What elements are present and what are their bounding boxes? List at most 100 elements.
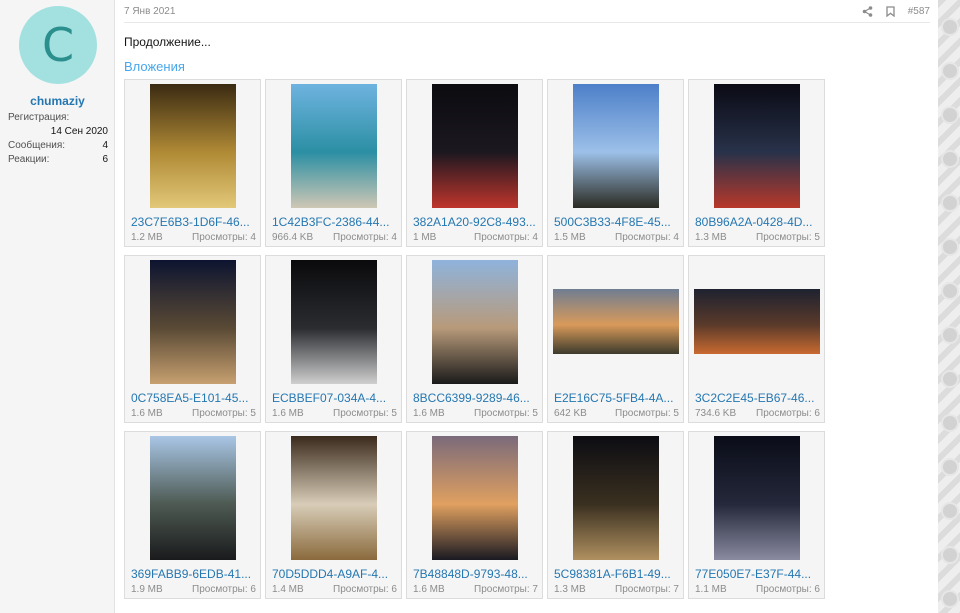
attachment-tile[interactable]: 1C42B3FC-2386-44... 966.4 KB Просмотры: 4 [265,79,402,247]
attachment-tile[interactable]: 23C7E6B3-1D6F-46... 1.2 MB Просмотры: 4 [124,79,261,247]
attachment-filename[interactable]: ECBBEF07-034A-4... [272,391,398,405]
attachment-meta: 1.6 MB Просмотры: 5 [272,408,397,419]
attachment-tile[interactable]: 0C758EA5-E101-45... 1.6 MB Просмотры: 5 [124,255,261,423]
user-stats: Регистрация: 14 Сен 2020 Сообщения: 4 Ре… [8,111,108,167]
username-link[interactable]: chumaziy [0,94,115,108]
attachment-views: Просмотры: 6 [756,584,820,595]
attachment-thumbnail[interactable] [552,289,679,354]
attachment-size: 1.6 MB [131,408,163,419]
attachment-tile[interactable]: 369FABB9-6EDB-41... 1.9 MB Просмотры: 6 [124,431,261,599]
attachment-meta: 1.6 MB Просмотры: 5 [131,408,256,419]
attachment-thumbnail[interactable] [149,260,236,384]
attachment-thumbnail[interactable] [572,436,659,560]
attachment-size: 1.6 MB [413,408,445,419]
attachment-size: 1.6 MB [272,408,304,419]
attachment-meta: 1.9 MB Просмотры: 6 [131,584,256,595]
attachment-meta: 1 MB Просмотры: 4 [413,232,538,243]
attachment-views: Просмотры: 7 [615,584,679,595]
attachment-meta: 1.2 MB Просмотры: 4 [131,232,256,243]
attachment-size: 1.3 MB [695,232,727,243]
attachment-thumbnail[interactable] [431,260,518,384]
attachment-thumbnail[interactable] [713,436,800,560]
attachment-meta: 734.6 KB Просмотры: 6 [695,408,820,419]
attachment-views: Просмотры: 6 [192,584,256,595]
attachment-views: Просмотры: 7 [474,584,538,595]
attachment-tile[interactable]: 80B96A2A-0428-4D... 1.3 MB Просмотры: 5 [688,79,825,247]
attachment-views: Просмотры: 4 [333,232,397,243]
attachment-filename[interactable]: 77E050E7-E37F-44... [695,567,821,581]
attachment-tile[interactable]: 500C3B33-4F8E-45... 1.5 MB Просмотры: 4 [547,79,684,247]
attachments-heading: Вложения [124,59,185,74]
attachment-thumbnail[interactable] [290,436,377,560]
attachment-thumbnail[interactable] [431,436,518,560]
attachment-tile[interactable]: ECBBEF07-034A-4... 1.6 MB Просмотры: 5 [265,255,402,423]
attachment-tile[interactable]: 8BCC6399-9289-46... 1.6 MB Просмотры: 5 [406,255,543,423]
pattern-icon [941,194,959,212]
attachment-filename[interactable]: 1C42B3FC-2386-44... [272,215,398,229]
attachment-tile[interactable]: 70D5DDD4-A9AF-4... 1.4 MB Просмотры: 6 [265,431,402,599]
pattern-icon [941,18,959,36]
attachment-size: 1.3 MB [554,584,586,595]
attachment-filename[interactable]: 80B96A2A-0428-4D... [695,215,821,229]
attachment-filename[interactable]: 8BCC6399-9289-46... [413,391,539,405]
attachment-views: Просмотры: 6 [333,584,397,595]
attachment-views: Просмотры: 5 [615,408,679,419]
attachment-meta: 1.5 MB Просмотры: 4 [554,232,679,243]
attachment-meta: 1.3 MB Просмотры: 7 [554,584,679,595]
attachment-thumbnail[interactable] [290,260,377,384]
attachment-size: 642 KB [554,408,587,419]
attachment-filename[interactable]: 369FABB9-6EDB-41... [131,567,257,581]
attachment-tile[interactable]: 77E050E7-E37F-44... 1.1 MB Просмотры: 6 [688,431,825,599]
attachment-thumbnail[interactable] [149,436,236,560]
attachment-filename[interactable]: 23C7E6B3-1D6F-46... [131,215,257,229]
message-body: 7 Янв 2021 #587 Продолжение... Вложения … [116,0,938,613]
attachment-tile[interactable]: 7B48848D-9793-48... 1.6 MB Просмотры: 7 [406,431,543,599]
attachment-tile[interactable]: 382A1A20-92C8-493... 1 MB Просмотры: 4 [406,79,543,247]
attachment-views: Просмотры: 4 [192,232,256,243]
avatar-letter: C [41,18,75,72]
pattern-icon [941,238,959,256]
attachment-filename[interactable]: 5C98381A-F6B1-49... [554,567,680,581]
attachment-tile[interactable]: E2E16C75-5FB4-4A... 642 KB Просмотры: 5 [547,255,684,423]
attachment-meta: 1.6 MB Просмотры: 7 [413,584,538,595]
attachment-size: 1.6 MB [413,584,445,595]
registration-date: 14 Сен 2020 [50,126,108,137]
stat-messages: Сообщения: 4 [8,139,108,153]
attachment-filename[interactable]: 382A1A20-92C8-493... [413,215,539,229]
attachment-meta: 966.4 KB Просмотры: 4 [272,232,397,243]
post-date[interactable]: 7 Янв 2021 [124,6,175,17]
bookmark-icon[interactable] [886,5,895,17]
attachment-views: Просмотры: 5 [192,408,256,419]
stat-reactions: Реакции: 6 [8,153,108,167]
attachment-meta: 1.4 MB Просмотры: 6 [272,584,397,595]
attachment-tile[interactable]: 5C98381A-F6B1-49... 1.3 MB Просмотры: 7 [547,431,684,599]
stat-label: Реакции: [8,154,50,165]
attachment-meta: 1.3 MB Просмотры: 5 [695,232,820,243]
attachment-meta: 1.6 MB Просмотры: 5 [413,408,538,419]
pattern-icon [941,414,959,432]
share-icon[interactable] [862,5,873,17]
pattern-icon [941,282,959,300]
stat-value: 6 [102,154,108,165]
attachment-views: Просмотры: 5 [333,408,397,419]
attachment-thumbnail[interactable] [693,289,820,354]
attachment-filename[interactable]: 3C2C2E45-EB67-46... [695,391,821,405]
avatar[interactable]: C [19,6,97,84]
attachment-size: 1.4 MB [272,584,304,595]
attachment-size: 1.5 MB [554,232,586,243]
background-pattern [938,0,960,613]
pattern-icon [941,590,959,608]
attachment-views: Просмотры: 4 [474,232,538,243]
attachment-thumbnail[interactable] [572,84,659,208]
attachment-thumbnail[interactable] [713,84,800,208]
post-number-link[interactable]: #587 [908,6,930,17]
attachment-thumbnail[interactable] [431,84,518,208]
attachment-filename[interactable]: 70D5DDD4-A9AF-4... [272,567,398,581]
attachment-filename[interactable]: 7B48848D-9793-48... [413,567,539,581]
attachment-filename[interactable]: 500C3B33-4F8E-45... [554,215,680,229]
attachment-tile[interactable]: 3C2C2E45-EB67-46... 734.6 KB Просмотры: 6 [688,255,825,423]
attachment-thumbnail[interactable] [290,84,377,208]
attachment-filename[interactable]: E2E16C75-5FB4-4A... [554,391,680,405]
attachment-filename[interactable]: 0C758EA5-E101-45... [131,391,257,405]
attachment-thumbnail[interactable] [149,84,236,208]
